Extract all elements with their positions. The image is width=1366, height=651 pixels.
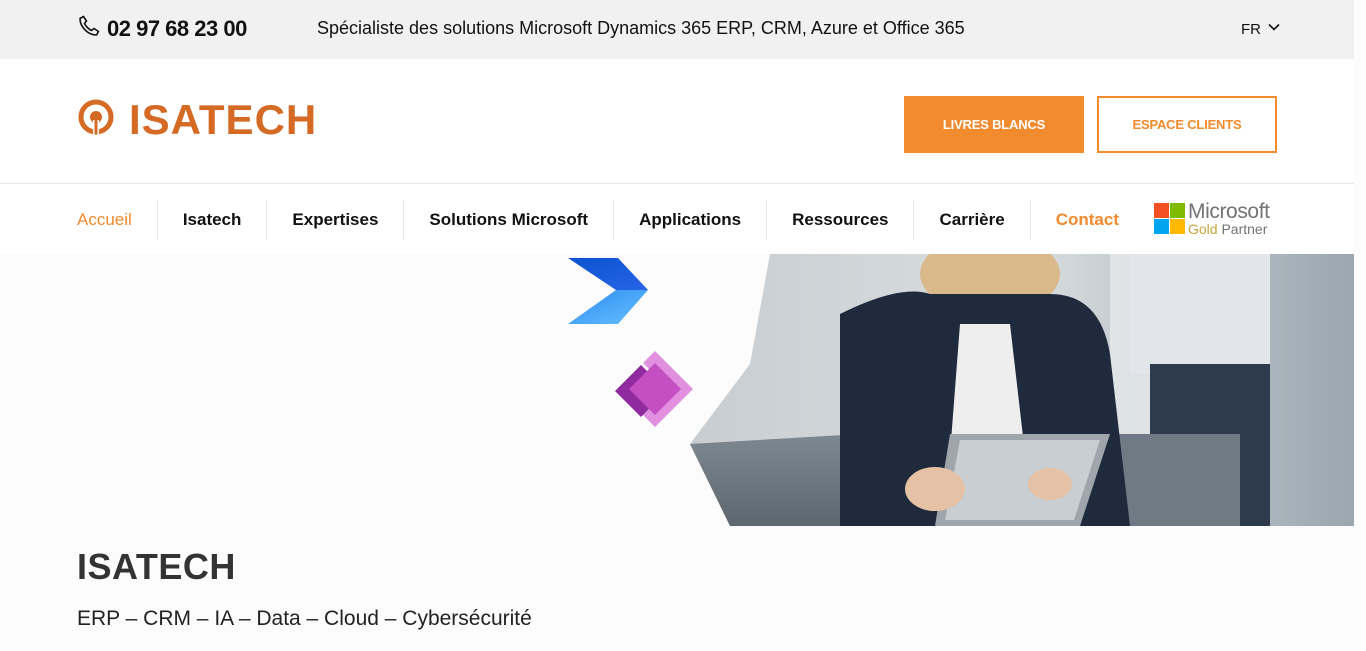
nav-item-accueil[interactable]: Accueil [77, 200, 158, 240]
livres-blancs-button[interactable]: LIVRES BLANCS [904, 96, 1084, 153]
phone-number: 02 97 68 23 00 [107, 15, 247, 41]
main-nav: Accueil Isatech Expertises Solutions Mic… [0, 184, 1354, 254]
nav-item-contact[interactable]: Contact [1031, 200, 1144, 240]
top-bar: 02 97 68 23 00 Spécialiste des solutions… [0, 0, 1354, 59]
tagline: Spécialiste des solutions Microsoft Dyna… [317, 18, 965, 38]
nav-item-expertises[interactable]: Expertises [267, 200, 405, 240]
badge-partner-text: Partner [1221, 221, 1268, 237]
nav-item-solutions-microsoft[interactable]: Solutions Microsoft [404, 200, 615, 240]
power-apps-icon [615, 351, 693, 427]
language-selector[interactable]: FR [1241, 20, 1281, 38]
phone-icon [77, 14, 101, 43]
logo[interactable]: ISATECH [77, 98, 317, 141]
badge-microsoft-text: Microsoft [1188, 200, 1270, 223]
phone-link[interactable]: 02 97 68 23 00 [77, 14, 247, 43]
espace-clients-button[interactable]: ESPACE CLIENTS [1097, 96, 1277, 153]
header: ISATECH LIVRES BLANCS ESPACE CLIENTS [0, 59, 1354, 184]
badge-gold-text: Gold [1188, 221, 1218, 237]
hero-banner [0, 254, 1354, 526]
logo-icon [77, 98, 115, 141]
power-automate-icon [568, 258, 648, 324]
nav-item-ressources[interactable]: Ressources [767, 200, 915, 240]
chevron-down-icon [1267, 20, 1281, 38]
hero-photo [690, 254, 1354, 526]
microsoft-logo-icon [1154, 203, 1185, 234]
page-subtitle: ERP – CRM – IA – Data – Cloud – Cyberséc… [77, 607, 532, 630]
language-label: FR [1241, 20, 1261, 38]
page-title: ISATECH [77, 546, 236, 587]
microsoft-gold-partner-badge: Microsoft Gold Partner [1154, 201, 1270, 236]
nav-item-applications[interactable]: Applications [614, 200, 768, 240]
nav-item-isatech[interactable]: Isatech [158, 200, 268, 240]
nav-item-carriere[interactable]: Carrière [914, 200, 1031, 240]
logo-text: ISATECH [129, 95, 318, 143]
